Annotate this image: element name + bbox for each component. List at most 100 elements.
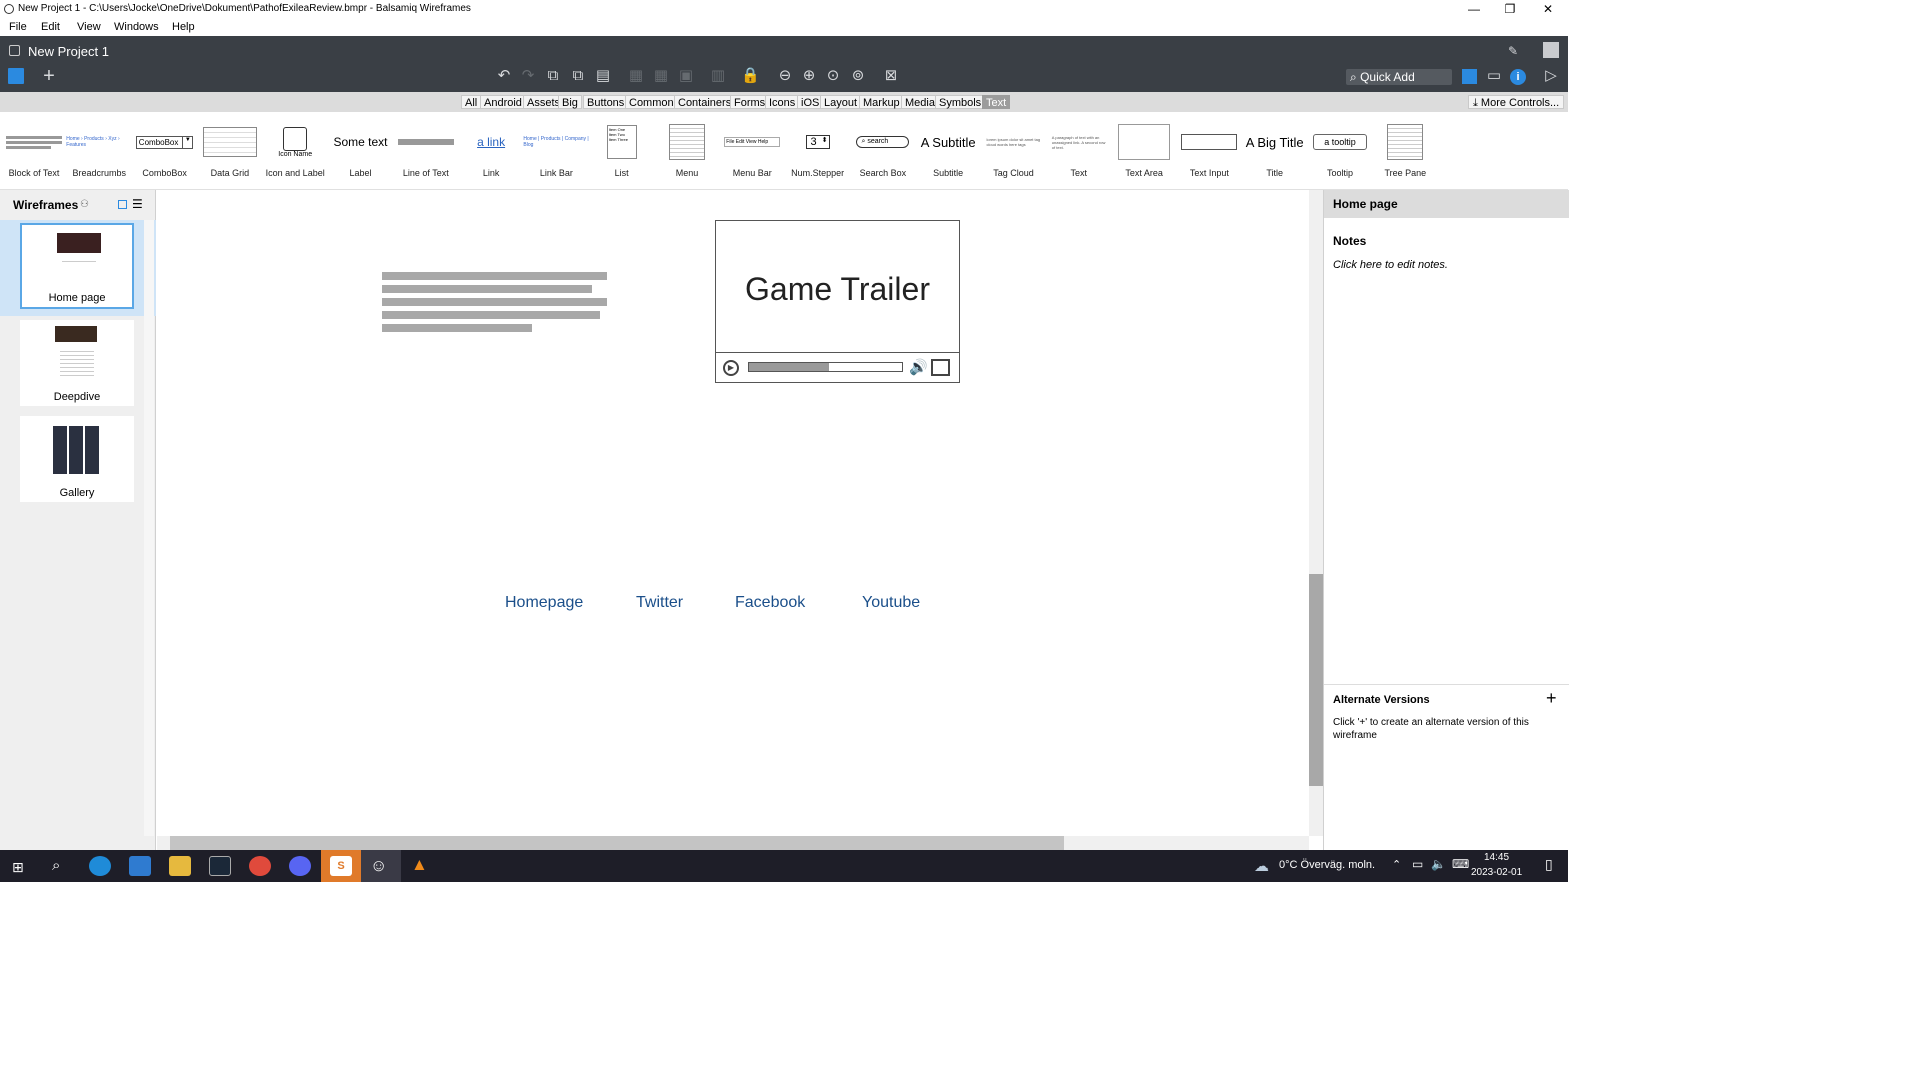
- wireframes-view-icon[interactable]: [8, 68, 24, 84]
- category-tab-common[interactable]: Common: [625, 95, 678, 109]
- ui-library-icon[interactable]: [1462, 69, 1477, 84]
- list-view-icon[interactable]: ☰: [132, 197, 143, 211]
- keyboard-icon[interactable]: ⌨: [1452, 857, 1469, 871]
- comments-icon[interactable]: ▭: [1485, 67, 1503, 85]
- palette-item-line-of-text[interactable]: Line of Text: [393, 112, 459, 190]
- zoom-in-icon[interactable]: ⊕: [800, 67, 818, 85]
- palette-item-label[interactable]: Some text Label: [328, 112, 394, 190]
- maximize-button[interactable]: ❐: [1492, 0, 1528, 18]
- palette-item-link[interactable]: a link Link: [458, 112, 524, 190]
- user-avatar-icon[interactable]: [1543, 42, 1559, 58]
- menu-windows[interactable]: Windows: [114, 18, 159, 36]
- link-twitter[interactable]: Twitter: [636, 594, 683, 612]
- people-icon[interactable]: ⚇: [80, 199, 89, 210]
- menu-view[interactable]: View: [77, 18, 101, 36]
- wireframe-thumbnail-home-page[interactable]: Home page: [20, 223, 134, 309]
- bring-front-icon[interactable]: ▣: [677, 67, 695, 85]
- palette-item-tooltip[interactable]: a tooltip Tooltip: [1307, 112, 1373, 190]
- vlc-icon[interactable]: ▲: [411, 855, 428, 875]
- palette-item-text-area[interactable]: Text Area: [1111, 112, 1177, 190]
- clock-date[interactable]: 2023-02-01: [1471, 867, 1522, 878]
- category-tab-big[interactable]: Big: [558, 95, 582, 109]
- category-tab-forms[interactable]: Forms: [730, 95, 770, 109]
- text-line[interactable]: [382, 324, 532, 332]
- speaker-icon[interactable]: 🔈: [1431, 857, 1446, 871]
- play-icon[interactable]: ▶: [723, 360, 739, 376]
- palette-item-combobox[interactable]: ComboBox ▼ ComboBox: [132, 112, 198, 190]
- paste-icon[interactable]: ▤: [594, 67, 612, 85]
- palette-item-search-box[interactable]: ⌕ search Search Box: [850, 112, 916, 190]
- category-tab-media[interactable]: Media: [901, 95, 939, 109]
- horizontal-scroll-thumb[interactable]: [170, 836, 1064, 850]
- panel-scrollbar[interactable]: [144, 220, 154, 836]
- palette-item-breadcrumbs[interactable]: Home › Products › Xyz › Features Breadcru…: [66, 112, 132, 190]
- category-tab-buttons[interactable]: Buttons: [583, 95, 629, 109]
- minimize-button[interactable]: —: [1456, 0, 1492, 18]
- zoom-out-icon[interactable]: ⊖: [776, 67, 794, 85]
- palette-item-text-input[interactable]: Text Input: [1176, 112, 1242, 190]
- category-tab-containers[interactable]: Containers: [674, 95, 736, 109]
- menu-file[interactable]: File: [9, 18, 27, 36]
- palette-item-icon-and-label[interactable]: Icon Name Icon and Label: [262, 112, 328, 190]
- network-icon[interactable]: ▭: [1412, 857, 1423, 871]
- info-icon[interactable]: i: [1510, 69, 1526, 85]
- category-tab-symbols[interactable]: Symbols: [935, 95, 986, 109]
- thumbnail-view-icon[interactable]: [118, 200, 127, 209]
- palette-item-menu[interactable]: Menu: [654, 112, 720, 190]
- tray-chevron-icon[interactable]: ⌃: [1392, 858, 1401, 871]
- close-button[interactable]: ✕: [1530, 0, 1566, 18]
- text-line[interactable]: [382, 272, 607, 280]
- file-explorer-icon[interactable]: [169, 856, 191, 876]
- palette-item-list[interactable]: Item One Item Two Item Three List: [589, 112, 655, 190]
- menu-edit[interactable]: Edit: [41, 18, 60, 36]
- palette-item-block-of-text[interactable]: Block of Text: [1, 112, 67, 190]
- steam-icon[interactable]: [209, 856, 231, 876]
- clock-time[interactable]: 14:45: [1484, 852, 1509, 863]
- balsamiq-icon[interactable]: ☺: [370, 856, 387, 876]
- text-line[interactable]: [382, 285, 592, 293]
- link-facebook[interactable]: Facebook: [735, 594, 805, 612]
- palette-item-link-bar[interactable]: Home | Products | Company | Blog Link Bar: [523, 112, 589, 190]
- text-line[interactable]: [382, 298, 607, 306]
- palette-item-title[interactable]: A Big Title Title: [1242, 112, 1308, 190]
- volume-icon[interactable]: 🔊: [909, 358, 928, 376]
- link-homepage[interactable]: Homepage: [505, 594, 583, 612]
- edit-mode-icon[interactable]: ✎: [1504, 42, 1522, 60]
- presentation-icon[interactable]: ▷: [1542, 67, 1560, 85]
- lock-icon[interactable]: 🔒: [741, 67, 760, 85]
- category-tab-layout[interactable]: Layout: [820, 95, 862, 109]
- align-icon[interactable]: ▥: [709, 67, 727, 85]
- discord-icon[interactable]: [289, 856, 311, 876]
- edge-icon[interactable]: [89, 856, 111, 876]
- fullscreen-icon[interactable]: [931, 359, 950, 376]
- add-wireframe-icon[interactable]: +: [40, 66, 58, 86]
- search-icon[interactable]: ⌕: [52, 857, 60, 874]
- duplicate-icon[interactable]: ⧉: [569, 67, 587, 85]
- ungroup-icon[interactable]: ▦: [652, 67, 670, 85]
- quick-add-input[interactable]: ⌕ Quick Add: [1346, 69, 1452, 85]
- video-progress-bar[interactable]: [748, 362, 903, 372]
- wireframe-thumbnail-deepdive[interactable]: Deepdive: [20, 320, 134, 406]
- palette-item-tree-pane[interactable]: Tree Pane: [1372, 112, 1438, 190]
- group-icon[interactable]: ▦: [627, 67, 645, 85]
- more-controls-button[interactable]: ⤓ More Controls...: [1468, 95, 1565, 109]
- wireframe-thumbnail-gallery[interactable]: Gallery: [20, 416, 134, 502]
- palette-item-num-stepper[interactable]: 3 ⬍ Num.Stepper: [785, 112, 851, 190]
- add-alternate-button[interactable]: +: [1546, 689, 1557, 707]
- palette-item-tag-cloud[interactable]: lorem ipsum dolor sit amet tag cloud wor…: [981, 112, 1047, 190]
- text-line[interactable]: [382, 311, 600, 319]
- mail-icon[interactable]: [129, 856, 151, 876]
- palette-item-menu-bar[interactable]: File Edit View Help Menu Bar: [719, 112, 785, 190]
- zoom-actual-icon[interactable]: ⊙: [824, 67, 842, 85]
- start-icon[interactable]: ⊞: [12, 859, 24, 876]
- video-player[interactable]: Game Trailer ▶ 🔊: [715, 220, 960, 383]
- weather-text[interactable]: 0°C Överväg. moln.: [1279, 859, 1375, 871]
- delete-icon[interactable]: ⊠: [882, 67, 900, 85]
- category-tab-text[interactable]: Text: [982, 95, 1011, 109]
- undo-icon[interactable]: ↶: [495, 67, 513, 85]
- palette-item-data-grid[interactable]: Data Grid: [197, 112, 263, 190]
- category-tab-icons[interactable]: Icons: [765, 95, 800, 109]
- category-tab-all[interactable]: All: [461, 95, 482, 109]
- link-youtube[interactable]: Youtube: [862, 594, 920, 612]
- notes-field[interactable]: Click here to edit notes.: [1333, 259, 1448, 271]
